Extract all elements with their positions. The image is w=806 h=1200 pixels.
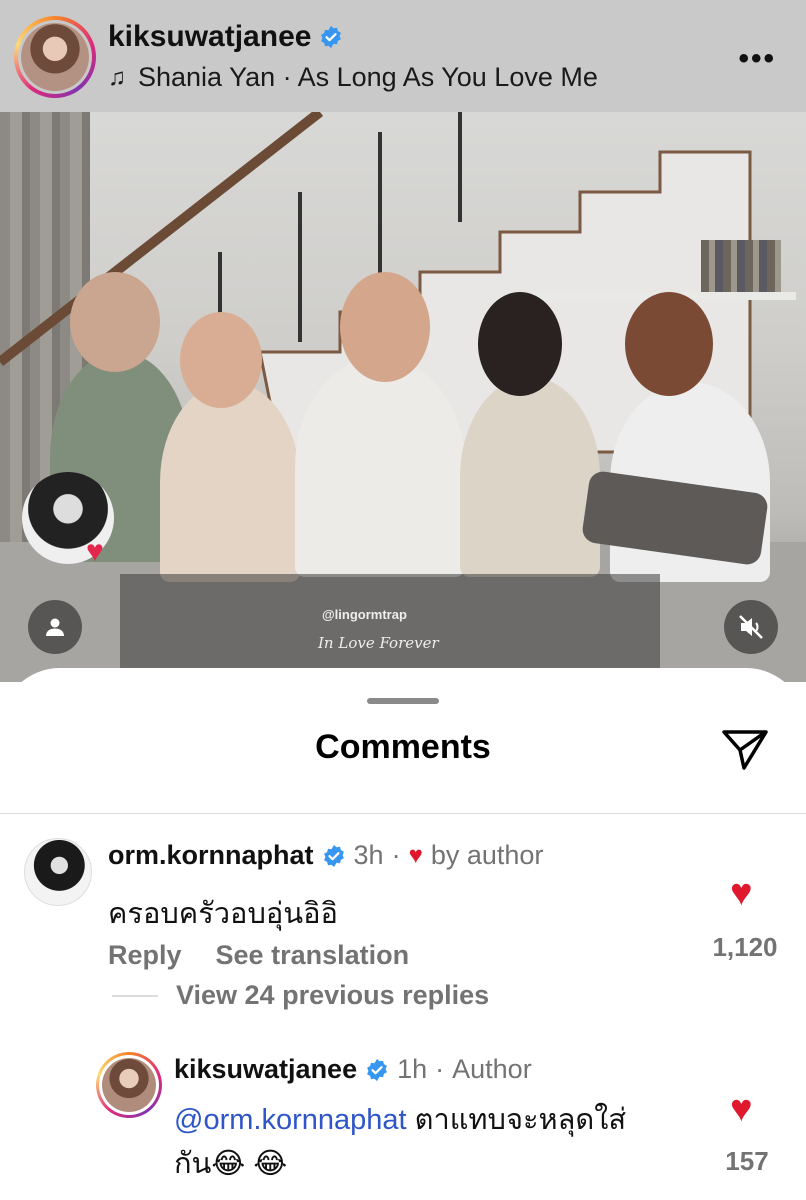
watermark-caption: In Love Forever [318,634,439,652]
person-2-head [180,312,262,408]
reply-text-line2: กัน😂 😂 [174,1148,288,1180]
user-icon [46,618,64,636]
like-count: 1,120 [712,932,778,962]
author-role-label: Author [452,1054,532,1084]
person-5-head [625,292,713,396]
author-liked-heart-icon: ♥ [408,841,423,869]
comment-separator: · [391,840,401,870]
replies-connector-line [112,995,158,997]
sheet-title: Comments [315,728,491,766]
like-heart-icon[interactable]: ♥ [730,1088,753,1131]
sheet-divider [0,813,806,814]
reply-time: 1h [397,1054,428,1084]
person-2 [160,382,300,582]
reply-separator: · [435,1054,445,1084]
author-username[interactable]: kiksuwatjanee [108,20,311,54]
comment-username[interactable]: orm.kornnaphat [108,840,314,871]
comment-time: 3h [353,840,384,870]
audio-track[interactable]: ♫ Shania Yan · As Long As You Love Me [108,62,598,93]
mention-link[interactable]: @orm.kornnaphat [174,1104,407,1136]
reply-text-line1: ตาแทบจะหลุดใส่ [406,1104,627,1136]
mute-toggle-button[interactable] [724,600,778,654]
comments-sheet: Comments orm.kornnaphat 3h · ♥ by author… [0,668,806,1200]
more-options-icon[interactable]: ••• [738,42,776,76]
like-count: 157 [725,1146,769,1176]
speaker-muted-icon [739,615,763,639]
music-note-icon: ♫ [108,63,126,91]
bookshelf-books [701,240,781,292]
person-4-head [478,292,562,396]
watermark-handle: @lingormtrap [322,607,407,622]
verified-badge-icon [367,1058,387,1081]
comment-text: ครอบครัวอบอุ่นอิอิ [108,898,338,930]
person-1-head [70,272,160,372]
reply-avatar[interactable] [96,1052,162,1118]
view-previous-replies-button[interactable]: View 24 previous replies [176,980,489,1011]
heart-reaction-icon: ♥ [86,535,104,568]
reply-button[interactable]: Reply [108,940,182,971]
sheet-drag-handle[interactable] [367,698,439,704]
audio-track-label: Shania Yan · As Long As You Love Me [138,62,598,92]
coffee-table [120,574,660,682]
send-icon[interactable] [720,724,770,774]
tagged-users-button[interactable] [28,600,82,654]
reply-username[interactable]: kiksuwatjanee [174,1054,357,1085]
reply-header: kiksuwatjanee 1h · Author [174,1054,532,1085]
comment-actions: Reply See translation [108,940,409,971]
comment-avatar[interactable] [24,838,92,906]
person-4 [460,377,600,577]
post-photo[interactable]: @lingormtrap In Love Forever ♥ [0,112,806,682]
person-3-head [340,272,430,382]
reply-text: @orm.kornnaphat ตาแทบจะหลุดใส่ กัน😂 😂 [174,1098,694,1186]
comment-header: orm.kornnaphat 3h · ♥ by author [108,840,543,871]
see-translation-button[interactable]: See translation [216,940,410,971]
verified-badge-icon [321,26,342,48]
liked-by-author-label: by author [430,840,544,870]
verified-badge-icon [323,844,344,867]
author-username-row[interactable]: kiksuwatjanee [108,20,343,54]
person-3 [295,357,465,577]
author-avatar[interactable] [14,16,96,98]
like-heart-icon[interactable]: ♥ [730,872,753,915]
post-header: kiksuwatjanee ♫ Shania Yan · As Long As … [0,0,806,112]
